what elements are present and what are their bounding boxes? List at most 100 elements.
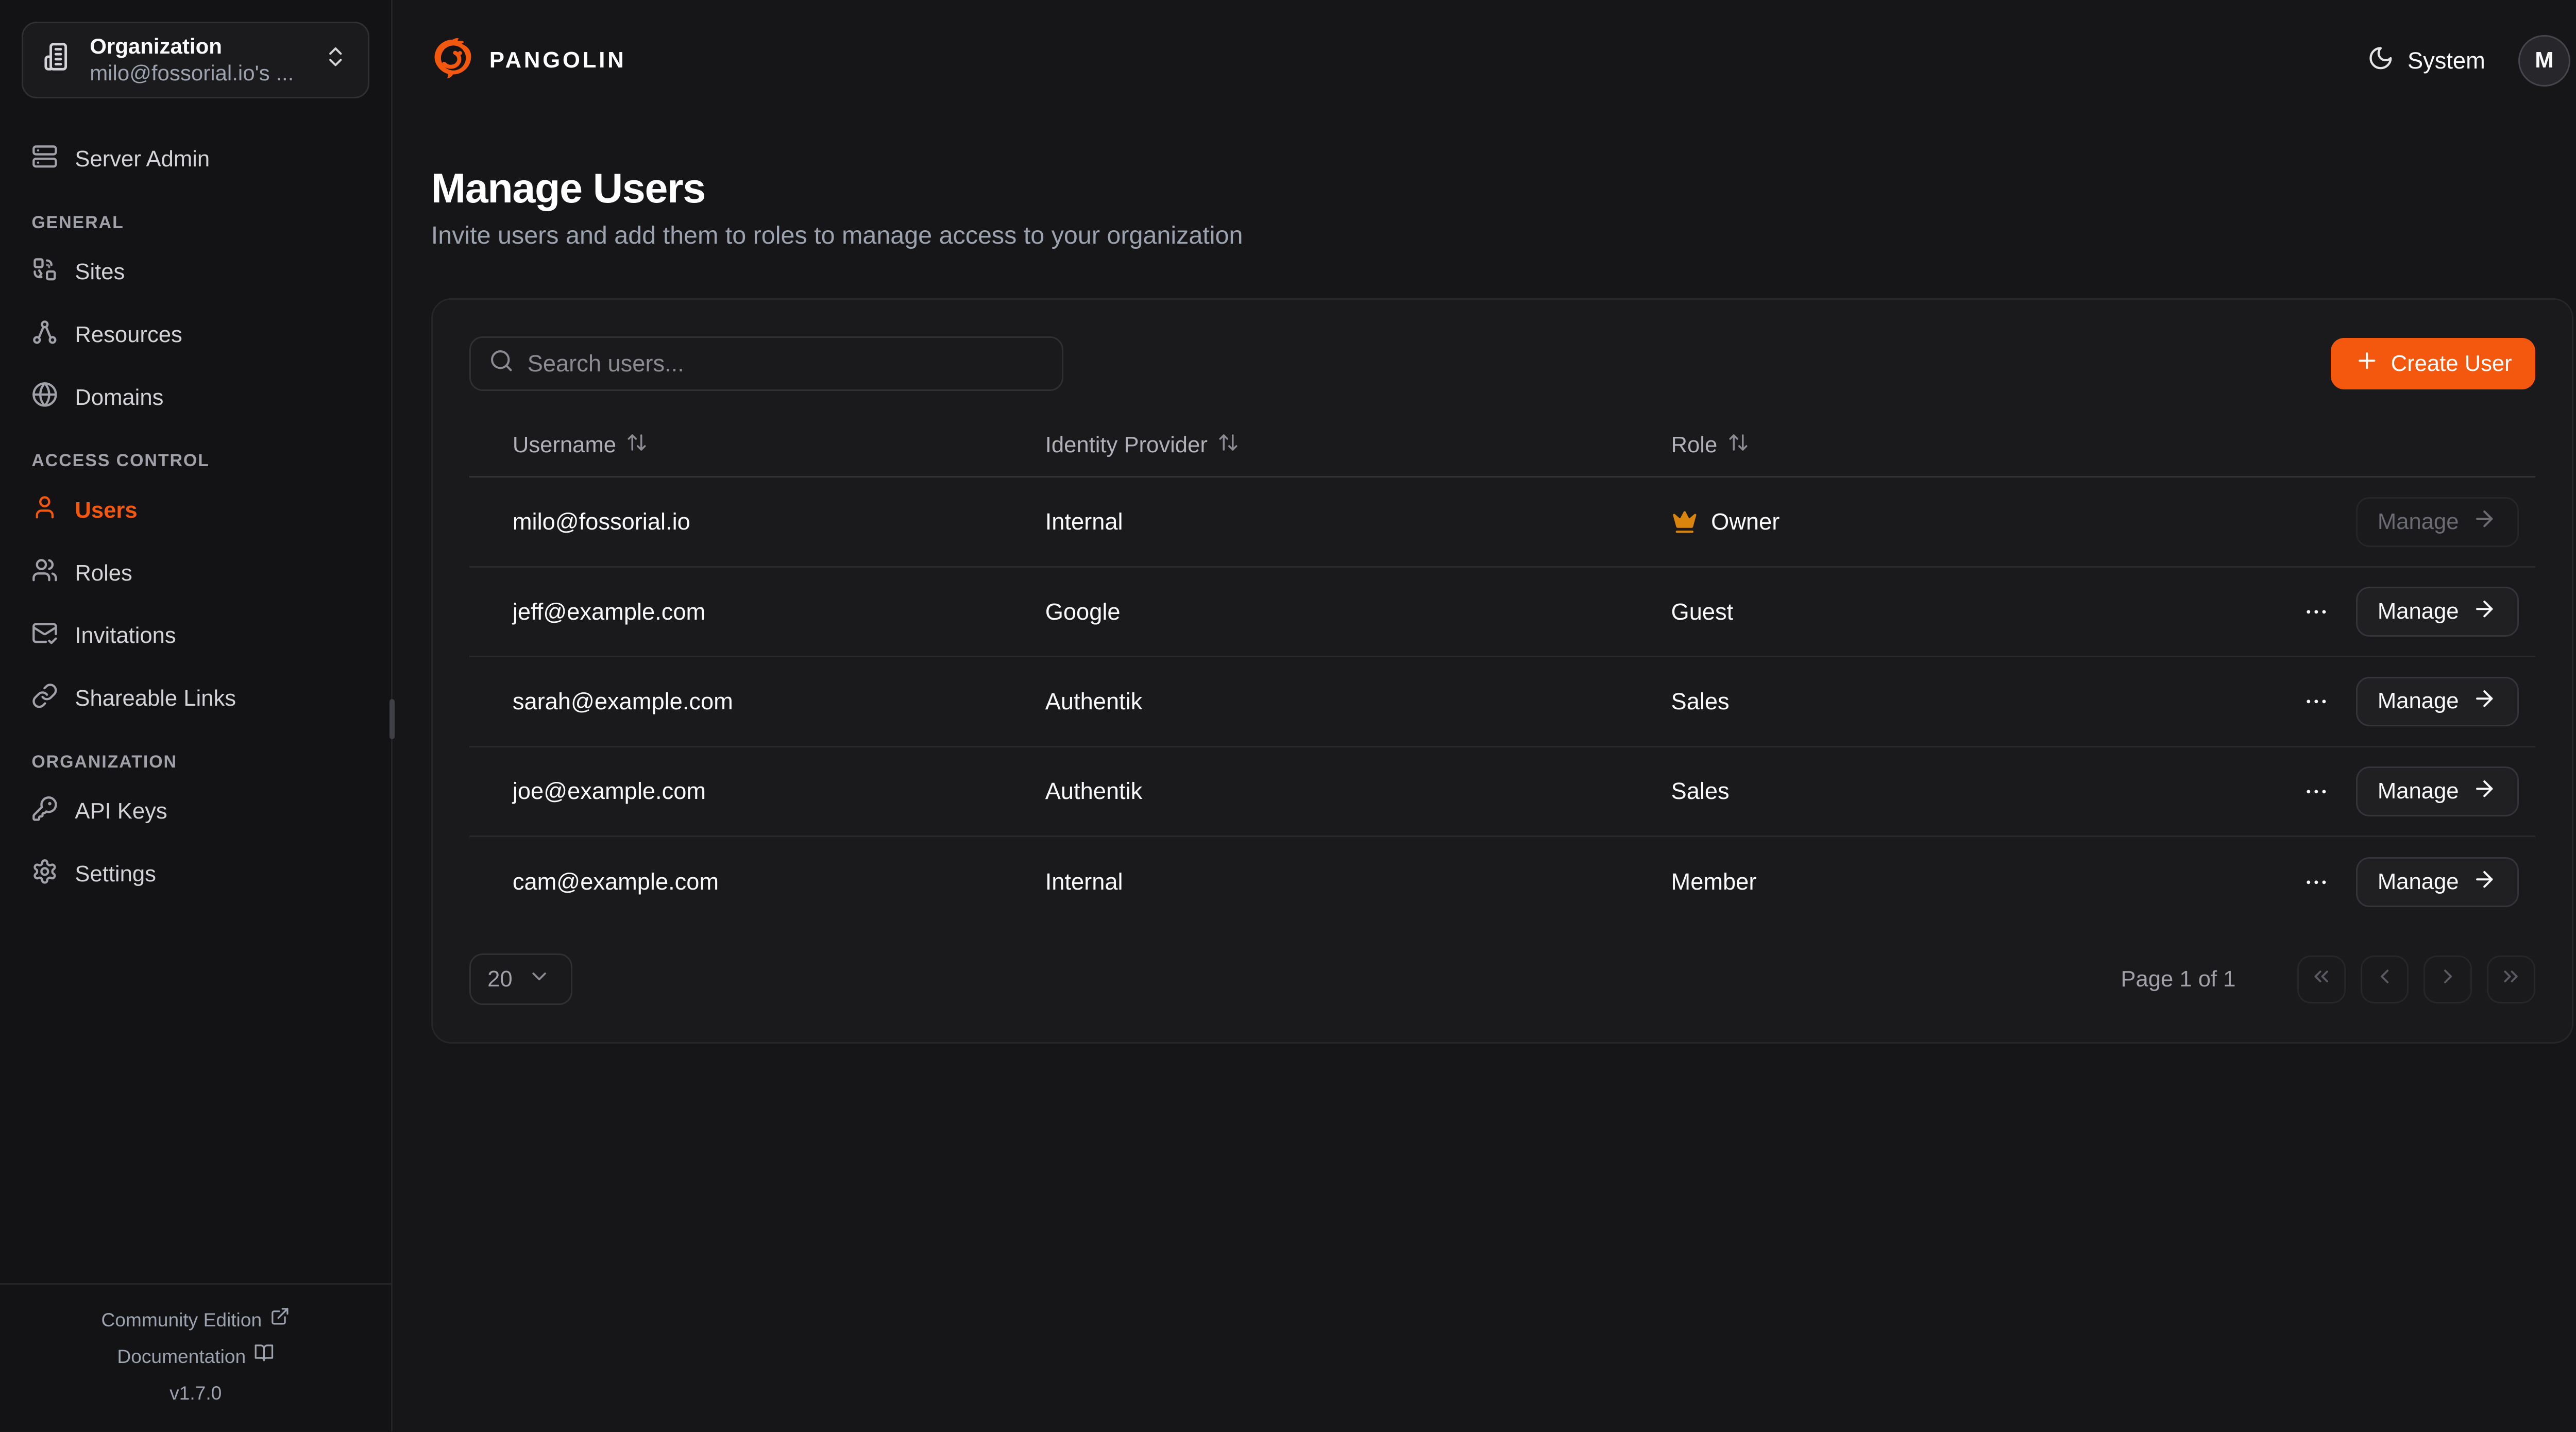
key-icon [31,795,58,828]
crown-icon [1671,508,1698,535]
cell-role: Owner [1628,508,2036,535]
server-icon [31,143,58,176]
sidebar-item-roles[interactable]: Roles [22,547,369,600]
cell-identity-provider: Internal [1002,868,1628,895]
chevron-left-icon [2373,965,2396,994]
table-body: milo@fossorial.io Internal Owner Manage [469,478,2535,927]
sidebar-item-invitations[interactable]: Invitations [22,610,369,662]
app-window: Organization milo@fossorial.io's ... Ser… [0,0,2576,1431]
manage-button[interactable]: Manage [2356,587,2518,637]
arrow-right-icon [2472,506,2497,537]
cell-username: joe@example.com [469,778,1002,805]
column-header-role[interactable]: Role [1628,432,2036,459]
search-box [469,336,1063,391]
arrow-right-icon [2472,686,2497,717]
community-edition-link[interactable]: Community Edition [0,1302,391,1338]
nav-section-access-control: ACCESS CONTROL [31,451,360,471]
manage-button[interactable]: Manage [2356,857,2518,907]
sort-icon [1727,432,1749,459]
cell-identity-provider: Authentik [1002,688,1628,715]
search-icon [489,348,514,379]
nav-section-organization: ORGANIZATION [31,752,360,772]
sidebar-resize-handle[interactable] [389,699,395,739]
table-row: sarah@example.com Authentik Sales Manage [469,657,2535,747]
chevrons-up-down-icon [323,44,348,75]
org-selector-label: Organization [90,33,307,60]
row-menu-button[interactable] [2299,775,2333,808]
cell-role: Sales [1628,688,2036,715]
cell-identity-provider: Internal [1002,508,1628,535]
combine-icon [31,256,58,289]
globe-icon [31,381,58,414]
sidebar-item-settings[interactable]: Settings [22,848,369,900]
org-selector-value: milo@fossorial.io's ... [90,60,307,87]
cell-username: sarah@example.com [469,688,1002,715]
sidebar-item-users[interactable]: Users [22,484,369,537]
sidebar-item-server-admin[interactable]: Server Admin [22,133,369,185]
cell-role: Sales [1628,778,2036,805]
users-table: Username Identity Provider Role milo@fos [469,415,2535,927]
cell-actions: Manage [2036,766,2535,816]
pangolin-logo-icon [431,36,474,86]
page-subtitle: Invite users and add them to roles to ma… [431,221,2570,250]
manage-button[interactable]: Manage [2356,677,2518,727]
first-page-button[interactable] [2297,956,2346,1004]
user-icon [31,494,58,527]
documentation-link[interactable]: Documentation [0,1338,391,1375]
sidebar-item-api-keys[interactable]: API Keys [22,785,369,838]
moon-icon [2367,45,2394,77]
users-icon [31,557,58,590]
manage-button[interactable]: Manage [2356,766,2518,816]
cell-username: milo@fossorial.io [469,508,1002,535]
page-title: Manage Users [431,165,2570,213]
row-menu-button[interactable] [2299,595,2333,628]
sort-icon [1217,432,1239,459]
next-page-button[interactable] [2424,956,2472,1004]
cell-identity-provider: Authentik [1002,778,1628,805]
avatar[interactable]: M [2518,35,2570,87]
building-icon [43,42,73,78]
sort-icon [626,432,648,459]
share-nodes-icon [31,319,58,352]
sidebar: Organization milo@fossorial.io's ... Ser… [0,0,393,1431]
cell-role: Member [1628,868,2036,895]
create-user-button[interactable]: Create User [2331,338,2535,389]
arrow-right-icon [2472,776,2497,807]
gear-icon [31,858,58,891]
sidebar-item-domains[interactable]: Domains [22,371,369,424]
table-header: Username Identity Provider Role [469,415,2535,478]
sidebar-item-sites[interactable]: Sites [22,246,369,298]
chevron-down-icon [528,965,551,994]
org-selector[interactable]: Organization milo@fossorial.io's ... [22,22,369,98]
column-header-identity-provider[interactable]: Identity Provider [1002,432,1628,459]
external-link-icon [270,1302,290,1338]
version-label: v1.7.0 [0,1375,391,1411]
column-header-username[interactable]: Username [469,432,1002,459]
manage-button: Manage [2356,497,2518,547]
cell-actions: Manage [2036,587,2535,637]
page-size-select[interactable]: 20 [469,953,572,1005]
cell-username: cam@example.com [469,868,1002,895]
cell-actions: Manage [2036,857,2535,907]
chevrons-left-icon [2310,965,2333,994]
table-row: joe@example.com Authentik Sales Manage [469,747,2535,837]
prev-page-button[interactable] [2361,956,2409,1004]
page-status: Page 1 of 1 [2121,967,2235,992]
search-input[interactable] [528,350,1044,377]
table-row: cam@example.com Internal Member Manage [469,837,2535,927]
brand-name: PANGOLIN [489,48,626,73]
plus-icon [2354,348,2379,379]
cell-actions: Manage [2036,677,2535,727]
last-page-button[interactable] [2487,956,2535,1004]
arrow-right-icon [2472,596,2497,627]
row-menu-button[interactable] [2299,865,2333,899]
row-menu-button[interactable] [2299,685,2333,719]
top-header: PANGOLIN System M [393,0,2576,87]
sidebar-item-resources[interactable]: Resources [22,309,369,361]
theme-toggle[interactable]: System [2367,45,2485,77]
pagination: 20 Page 1 of 1 [469,953,2535,1005]
cell-actions: Manage [2036,497,2535,547]
main-area: PANGOLIN System M Manage Users Invite us… [393,0,2576,1431]
sidebar-item-shareable-links[interactable]: Shareable Links [22,672,369,725]
chevron-right-icon [2436,965,2460,994]
